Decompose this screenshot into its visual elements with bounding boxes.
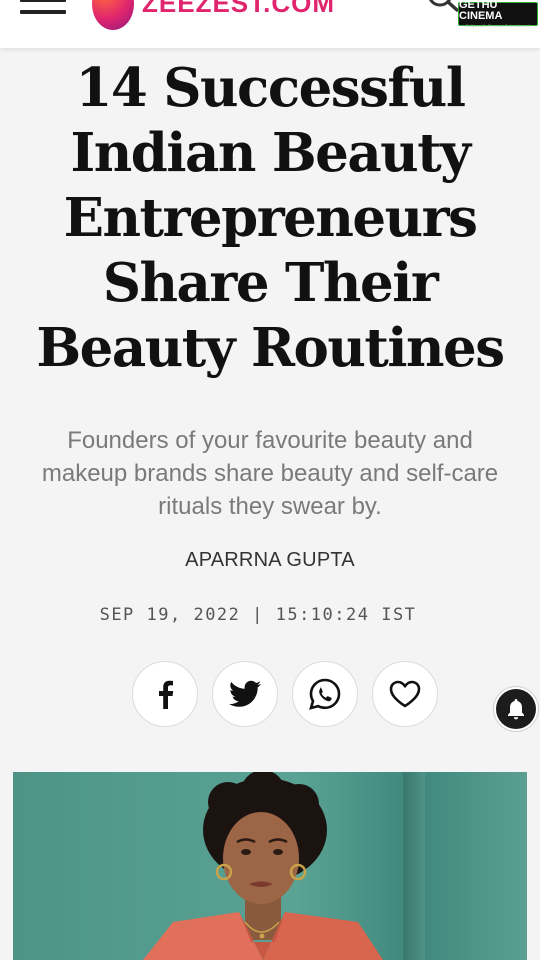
share-facebook-button[interactable] [132,661,198,727]
article-subtitle: Founders of your favourite beauty and ma… [41,427,499,520]
whatsapp-icon [309,678,341,710]
logo-text: ZEEZEST.COM [142,0,336,18]
search-icon[interactable] [426,0,460,12]
share-twitter-button[interactable] [212,661,278,727]
like-button[interactable] [372,661,438,727]
bell-icon [508,699,524,720]
article-title: 14 Successful Indian Beauty Entrepreneur… [36,57,505,379]
logo-mark [92,0,134,30]
share-buttons [132,661,440,727]
notification-button[interactable] [496,689,536,729]
article-author[interactable]: APARRNA GUPTA [0,549,540,572]
watermark-logo: GETHU CINEMA Bollywood's Premium Enterta… [458,0,538,28]
hero-portrait [143,772,383,960]
twitter-icon [229,680,261,707]
facebook-icon [159,680,174,709]
share-whatsapp-button[interactable] [292,661,358,727]
article-hero-image[interactable] [13,772,527,960]
heart-icon [389,680,421,708]
backdrop-fold [403,772,425,960]
hamburger-menu-icon[interactable] [20,0,66,18]
article-date: SEP 19, 2022 | 15:10:24 IST [99,605,417,625]
watermark-subtext: Bollywood's Premium Entertainment [465,23,531,28]
watermark-text: GETHU CINEMA [459,0,503,22]
site-logo[interactable]: ZEEZEST.COM [92,0,335,32]
